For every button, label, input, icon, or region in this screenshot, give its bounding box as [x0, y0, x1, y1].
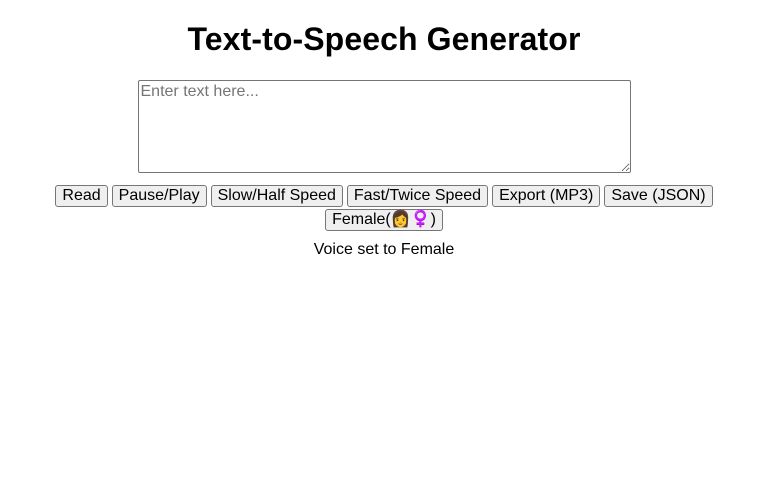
page-title: Text-to-Speech Generator	[187, 21, 581, 57]
controls-bar: Read Pause/Play Slow/Half Speed Fast/Twice …	[0, 184, 768, 232]
fast-speed-button[interactable]: Fast/Twice Speed	[346, 185, 489, 207]
page: Text-to-Speech Generator ReadPause/PlayS…	[0, 0, 768, 480]
text-input[interactable]	[137, 80, 631, 173]
status-message: Voice set to Female	[313, 241, 455, 258]
text-input-container	[0, 80, 768, 173]
pause-play-button[interactable]: Pause/Play	[111, 185, 207, 207]
slow-speed-button[interactable]: Slow/Half Speed	[210, 185, 343, 207]
save-json-button[interactable]: Save (JSON)	[604, 185, 713, 207]
voice-toggle-button[interactable]: Female(👩‍♀)	[325, 209, 443, 231]
read-button[interactable]: Read	[55, 185, 108, 207]
export-mp3-button[interactable]: Export (MP3)	[492, 185, 601, 207]
